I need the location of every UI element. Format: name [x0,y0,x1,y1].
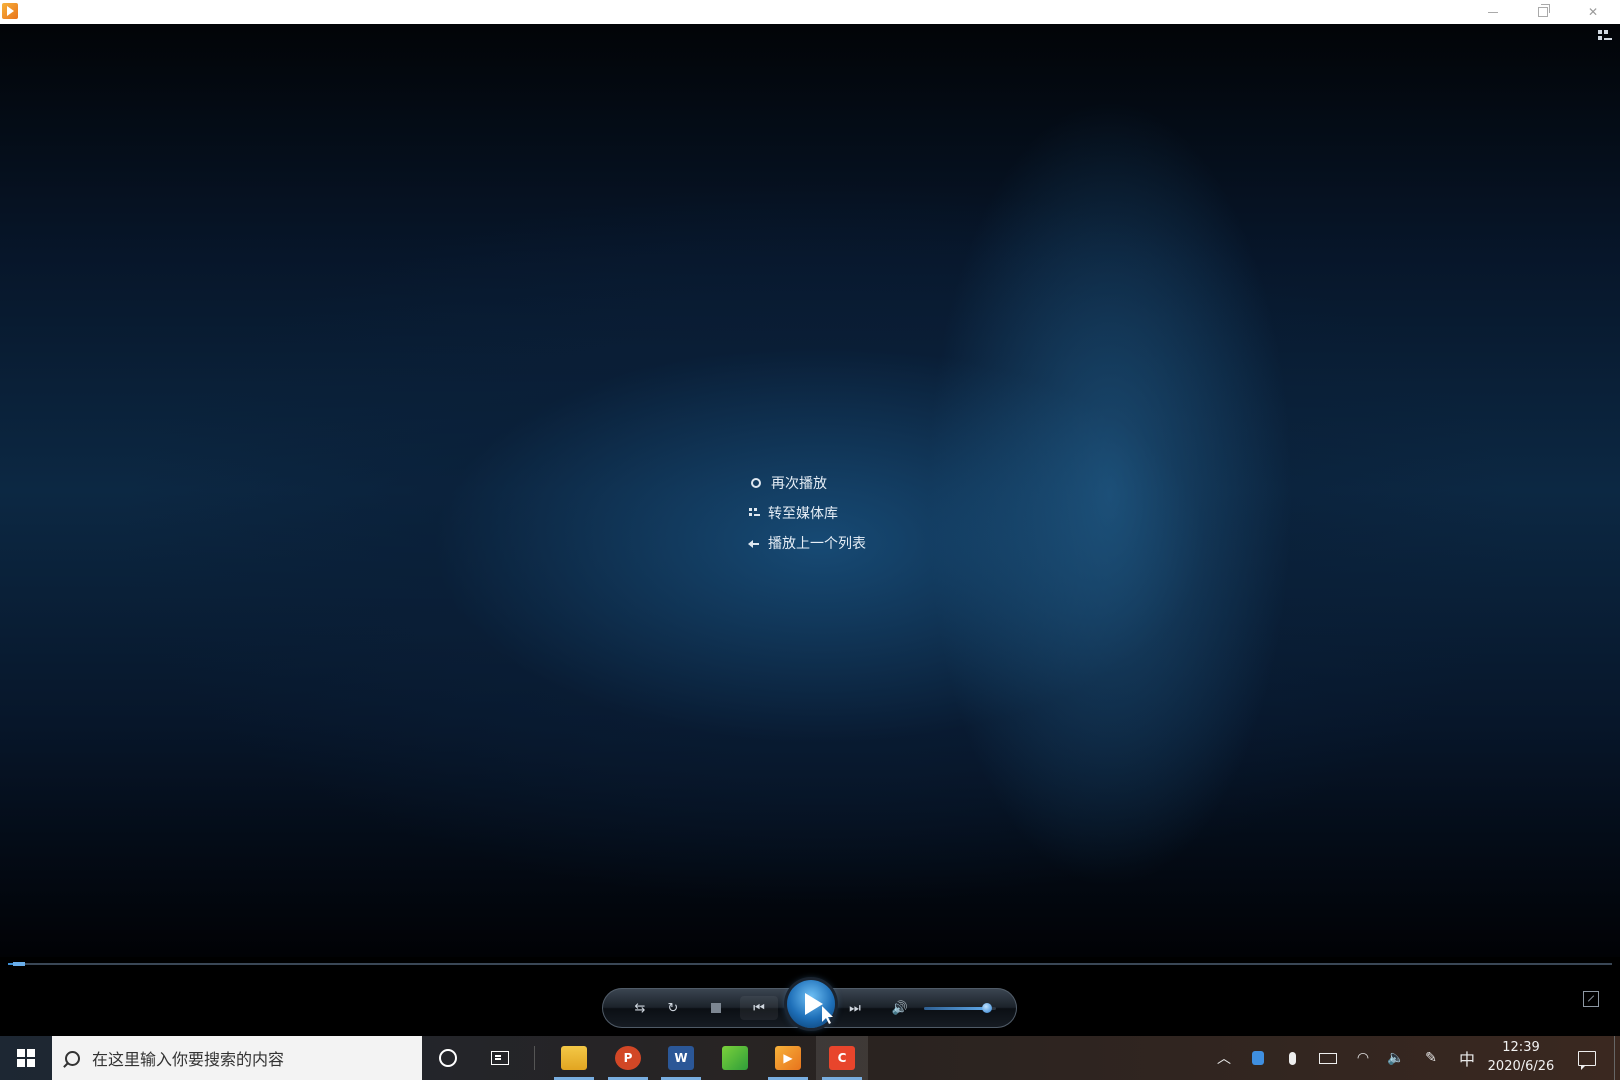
stop-icon [711,1003,721,1013]
playback-ended-menu: 再次播放 转至媒体库 播放上一个列表 [748,468,948,558]
play-icon [805,993,823,1015]
action-center-button[interactable] [1572,1036,1602,1080]
search-input[interactable]: 在这里输入你要搜索的内容 [52,1036,422,1080]
play-previous-list-label: 播放上一个列表 [768,536,866,552]
taskbar-app-chart[interactable] [709,1036,761,1080]
taskbar: 在这里输入你要搜索的内容 P W ▶ C ︿ ◠ 🔈 ✎ 中 12:39 202… [0,1036,1620,1080]
pen-button[interactable]: ✎ [1418,1036,1444,1080]
media-player-icon: ▶ [775,1046,801,1070]
taskbar-app-camtasia[interactable]: C [816,1036,868,1080]
replay-icon [751,478,761,488]
minimize-button[interactable] [1470,0,1516,24]
replay-label: 再次播放 [771,476,827,492]
speaker-icon: 🔊 [891,1000,909,1016]
seek-bar[interactable] [8,962,1612,966]
previous-icon: ⏮ [753,1000,765,1016]
restore-icon [1538,4,1550,17]
task-view-button[interactable] [474,1036,526,1080]
next-icon: ⏭ [849,1000,861,1016]
previous-button[interactable]: ⏮ [740,996,778,1020]
title-bar: ✕ [0,0,1620,24]
stop-button[interactable] [704,996,728,1020]
restore-button[interactable] [1520,0,1566,24]
back-arrow-icon [748,537,760,549]
library-icon [748,507,760,519]
close-icon: ✕ [1587,5,1599,19]
playback-controls: ⇆ ↻ ⏮ ⏭ 🔊 [602,980,1017,1028]
media-player-logo-icon [2,3,18,19]
ime-label: 中 [1458,1050,1475,1069]
volume-handle[interactable] [982,1003,993,1013]
switch-to-library-icon[interactable] [1598,30,1612,44]
go-to-library-link[interactable]: 转至媒体库 [748,498,948,528]
taskbar-app-word[interactable]: W [655,1036,707,1080]
repeat-button[interactable]: ↻ [661,996,685,1020]
microphone-icon [1288,1051,1296,1065]
network-button[interactable]: ◠ [1350,1036,1376,1080]
powerpoint-icon: P [615,1046,641,1070]
next-button[interactable]: ⏭ [840,996,870,1020]
volume-slider[interactable] [924,1003,996,1013]
taskbar-divider [534,1046,535,1070]
camtasia-letter: C [837,1051,847,1065]
minimize-icon [1488,11,1498,13]
now-playing-area[interactable]: 再次播放 转至媒体库 播放上一个列表 [0,24,1620,957]
cortana-button[interactable] [422,1036,474,1080]
shuffle-button[interactable]: ⇆ [628,996,652,1020]
chevron-up-icon: ︿ [1217,1051,1231,1067]
chart-app-icon [722,1046,748,1070]
battery-icon [1319,1052,1337,1064]
clock[interactable]: 12:39 2020/6/26 [1484,1038,1558,1078]
pen-icon: ✎ [1425,1050,1437,1066]
wifi-icon: ◠ [1356,1050,1370,1066]
play-previous-list-link[interactable]: 播放上一个列表 [748,528,948,558]
volume-level [924,1007,988,1010]
mute-button[interactable]: 🔊 [888,996,912,1020]
search-icon [64,1050,80,1066]
input-method-button[interactable]: 中 [1454,1036,1480,1080]
powerpoint-letter: P [623,1051,633,1065]
volume-button[interactable]: 🔈 [1383,1036,1409,1080]
taskbar-app-file-explorer[interactable] [548,1036,600,1080]
tray-app-button[interactable] [1246,1036,1270,1080]
folder-icon [561,1046,587,1070]
notification-icon [1578,1050,1596,1070]
taskbar-app-powerpoint[interactable]: P [602,1036,654,1080]
seek-handle[interactable] [13,962,26,966]
search-placeholder: 在这里输入你要搜索的内容 [92,1050,285,1069]
task-view-icon [491,1051,509,1065]
volume-icon: 🔈 [1387,1050,1405,1066]
start-button[interactable] [0,1036,52,1080]
shuffle-icon: ⇆ [634,1000,646,1016]
cortana-icon [439,1049,457,1067]
word-icon: W [668,1046,694,1070]
windows-logo-icon [17,1049,35,1067]
show-hidden-icons-button[interactable]: ︿ [1212,1036,1236,1080]
show-desktop-button[interactable] [1614,1036,1620,1080]
clock-time: 12:39 [1502,1040,1540,1055]
clock-date: 2020/6/26 [1487,1059,1555,1074]
replay-link[interactable]: 再次播放 [748,468,948,498]
go-to-library-label: 转至媒体库 [768,506,838,522]
camtasia-icon: C [829,1046,855,1070]
word-letter: W [674,1051,688,1065]
close-button[interactable]: ✕ [1570,0,1616,24]
switch-to-compact-icon[interactable] [1583,991,1599,1007]
taskbar-app-media-player[interactable]: ▶ [762,1036,814,1080]
battery-button[interactable] [1314,1036,1342,1080]
repeat-icon: ↻ [667,1000,679,1016]
microphone-button[interactable] [1280,1036,1304,1080]
tray-app-icon [1252,1051,1264,1065]
